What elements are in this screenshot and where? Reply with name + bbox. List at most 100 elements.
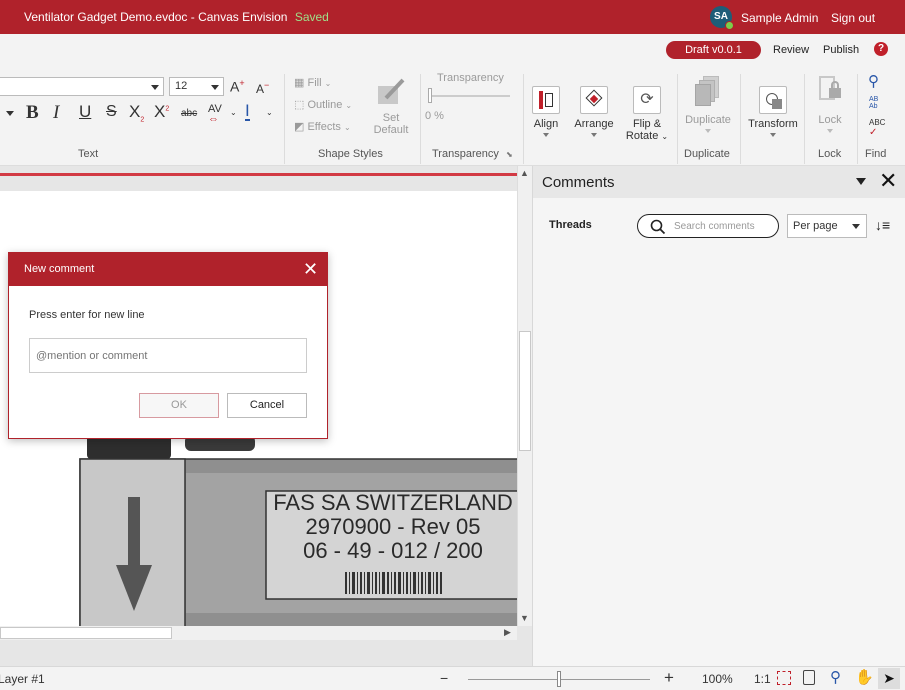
find-icon[interactable]: ⚲ <box>868 72 879 90</box>
close-icon[interactable]: ✕ <box>303 259 318 279</box>
shape-styles-group-label: Shape Styles <box>318 148 383 160</box>
duplicate-group-label: Duplicate <box>684 148 730 160</box>
flip-rotate-button[interactable]: ⟳ Flip & Rotate ⌄ <box>624 86 670 143</box>
publish-tab[interactable]: Publish <box>823 44 859 56</box>
transparency-slider-track[interactable] <box>428 95 510 97</box>
fit-page-icon[interactable] <box>777 671 791 685</box>
dialog-title: New comment <box>24 263 95 275</box>
superscript-button[interactable]: X2 <box>154 102 169 122</box>
outline-icon: ⬚ <box>294 99 305 111</box>
character-spacing-button[interactable]: AV ⇔ <box>208 104 222 125</box>
style-dropdown[interactable] <box>0 104 16 123</box>
lock-group-label: Lock <box>818 148 842 160</box>
pan-hand-icon[interactable]: ✋ <box>855 668 874 686</box>
actual-size-button[interactable]: 1:1 <box>754 672 771 686</box>
search-comments-input[interactable]: Search comments <box>637 214 779 238</box>
comment-input[interactable] <box>29 338 307 373</box>
group-divider <box>284 74 285 164</box>
search-placeholder: Search comments <box>674 221 755 232</box>
vertical-scroll-thumb[interactable] <box>519 331 531 451</box>
dialog-header: New comment ✕ <box>9 253 327 286</box>
outline-button[interactable]: ⬚ Outline ⌄ <box>294 98 352 111</box>
vertical-scrollbar[interactable]: ▲ ▼ <box>517 166 532 626</box>
close-panel-icon[interactable]: ✕ <box>879 169 897 193</box>
zoom-search-icon[interactable]: ⚲ <box>830 668 841 686</box>
group-divider <box>804 74 805 164</box>
lock-button[interactable]: Lock <box>812 76 848 133</box>
strikethrough-button[interactable]: S <box>106 103 117 121</box>
threads-label: Threads <box>549 219 592 231</box>
transform-icon <box>759 86 787 114</box>
group-divider <box>740 74 741 164</box>
scroll-up-icon[interactable]: ▲ <box>520 168 529 178</box>
device-label-text: FAS SA SWITZERLAND 2970900 - Rev 05 06 -… <box>268 491 517 563</box>
label-line-2: 2970900 - Rev 05 <box>305 514 481 539</box>
clear-format-button[interactable]: abc <box>181 108 197 119</box>
transparency-group-label: Transparency <box>432 148 499 160</box>
font-size-select[interactable]: 12 <box>169 77 224 96</box>
user-name[interactable]: Sample Admin <box>741 11 818 25</box>
set-default-button[interactable]: Set Default <box>370 76 412 136</box>
shrink-font-icon[interactable]: A− <box>256 80 269 96</box>
search-icon <box>650 219 666 235</box>
cancel-button[interactable]: Cancel <box>227 393 307 418</box>
ribbon-toolbar: Draft v0.0.1 Review Publish ? 12 A+ A− B… <box>0 34 905 166</box>
replace-icon[interactable]: AB Ab <box>869 96 878 110</box>
help-icon[interactable]: ? <box>874 42 888 56</box>
select-pointer-icon[interactable]: ➤ <box>878 668 900 689</box>
effects-button[interactable]: ◩ Effects ⌄ <box>294 120 351 133</box>
align-icon <box>532 86 560 114</box>
font-family-select[interactable] <box>0 77 164 96</box>
layer-indicator[interactable]: Layer #1 <box>0 672 45 686</box>
transparency-title: Transparency <box>437 72 504 84</box>
transform-button[interactable]: Transform <box>746 86 800 137</box>
panel-menu-icon[interactable] <box>856 178 866 185</box>
page-boundary-line <box>0 173 517 176</box>
group-divider <box>420 74 421 164</box>
label-line-1: FAS SA SWITZERLAND <box>273 490 513 515</box>
draft-version-button[interactable]: Draft v0.0.1 <box>666 41 761 59</box>
zoom-out-button[interactable]: − <box>440 670 448 686</box>
subscript-button[interactable]: X2 <box>129 102 144 123</box>
effects-icon: ◩ <box>294 121 305 133</box>
text-color-caret-icon[interactable]: ⌄ <box>266 108 273 117</box>
duplicate-button[interactable]: Duplicate <box>683 76 733 133</box>
fit-width-icon[interactable] <box>803 670 815 685</box>
text-color-button[interactable]: I <box>245 102 250 121</box>
avatar[interactable]: SA <box>710 6 734 30</box>
group-divider <box>857 74 858 164</box>
online-status-icon <box>725 21 734 30</box>
grow-font-icon[interactable]: A+ <box>230 78 245 95</box>
sort-icon[interactable]: ↓≡ <box>875 217 890 233</box>
group-divider <box>523 74 524 164</box>
fill-button[interactable]: ▦ Fill ⌄ <box>294 76 331 89</box>
horizontal-scroll-thumb[interactable] <box>0 627 172 639</box>
dialog-hint: Press enter for new line <box>29 309 145 321</box>
spellcheck-icon[interactable]: ABC ✓ <box>869 118 885 138</box>
zoom-slider-thumb[interactable] <box>557 671 561 687</box>
zoom-in-button[interactable]: + <box>664 668 674 688</box>
horizontal-scrollbar[interactable]: ▶ <box>0 626 517 640</box>
title-bar: Ventilator Gadget Demo.evdoc - Canvas En… <box>0 0 905 34</box>
zoom-level[interactable]: 100% <box>702 672 733 686</box>
align-button[interactable]: Align <box>529 86 563 137</box>
italic-button[interactable]: I <box>53 102 59 124</box>
spacing-caret-icon[interactable]: ⌄ <box>230 108 237 117</box>
transparency-value: 0 % <box>425 110 444 122</box>
transparency-slider-thumb[interactable] <box>428 88 432 103</box>
group-divider <box>677 74 678 164</box>
bold-button[interactable]: B <box>26 102 39 124</box>
ok-button[interactable]: OK <box>139 393 219 418</box>
dialog-launcher-icon[interactable]: ⬊ <box>506 150 513 159</box>
per-page-select[interactable]: Per page <box>787 214 867 238</box>
scroll-right-icon[interactable]: ▶ <box>504 627 511 638</box>
scroll-down-icon[interactable]: ▼ <box>520 613 529 623</box>
rotate-icon: ⟳ <box>633 86 661 114</box>
comments-header: Comments ✕ <box>533 166 905 198</box>
new-comment-dialog: New comment ✕ Press enter for new line O… <box>8 252 328 439</box>
review-tab[interactable]: Review <box>773 44 809 56</box>
sign-out-link[interactable]: Sign out <box>831 11 875 25</box>
duplicate-icon <box>693 76 723 108</box>
arrange-button[interactable]: Arrange <box>573 86 615 137</box>
underline-button[interactable]: U <box>79 102 91 122</box>
